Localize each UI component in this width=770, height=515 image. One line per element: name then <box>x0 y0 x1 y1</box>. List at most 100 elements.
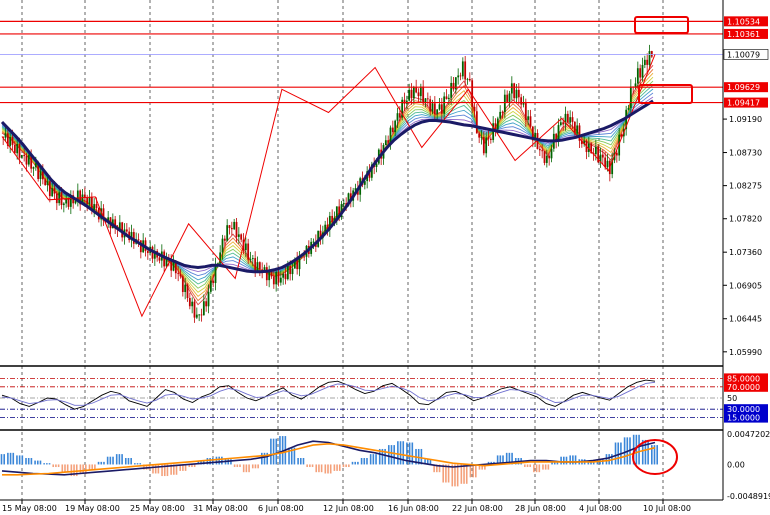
macd-bar <box>97 461 100 465</box>
candle-body <box>27 155 30 165</box>
candle-body <box>419 86 422 97</box>
macd-bar <box>109 456 112 465</box>
candle-body <box>562 122 565 125</box>
x-tick-label: 12 Jun 08:00 <box>323 504 374 513</box>
candle-body <box>221 238 224 253</box>
candle-body <box>468 78 471 81</box>
candle-body <box>226 225 229 241</box>
rsi-line <box>1 381 656 406</box>
candle-body <box>67 199 70 207</box>
candle-body <box>634 83 637 88</box>
macd-bar <box>475 464 477 478</box>
y-tick-label: 1.07820 <box>729 215 762 224</box>
y-tick-label: 1.09190 <box>729 115 762 124</box>
macd-bar <box>623 437 626 465</box>
price-axis: 1.09190 1.08730 1.08275 1.07820 1.07360 1.069… <box>723 115 762 357</box>
macd-bar <box>547 464 550 470</box>
macd-bar <box>297 457 299 465</box>
x-tick-label: 28 Jun 08:00 <box>515 504 566 513</box>
macd-bar <box>614 442 617 465</box>
candle-body <box>18 144 21 158</box>
candle-body <box>445 96 448 99</box>
macd-bar <box>236 464 239 468</box>
candle-body <box>501 111 504 113</box>
macd-bar <box>88 464 91 470</box>
macd-bar <box>21 455 24 465</box>
candle-body <box>55 193 58 204</box>
candle-body <box>436 109 439 115</box>
price-panel[interactable]: 1.10534 1.10361 1.09629 1.09417 1.10079 1.09… <box>0 0 769 500</box>
macd-bar <box>460 464 463 484</box>
rsi-panel[interactable]: 85.000070.00005030.000015.0000 <box>0 373 768 423</box>
candle-body <box>223 238 226 241</box>
macd-bar <box>12 452 15 465</box>
candle-body <box>93 204 96 210</box>
candle-body <box>475 111 478 134</box>
macd-bar <box>211 457 214 465</box>
macd-bar <box>43 463 45 465</box>
candle-body <box>158 257 161 261</box>
candle-body <box>440 104 443 114</box>
macd-bar <box>242 464 245 473</box>
macd-bar <box>336 464 338 471</box>
candle-body <box>615 152 618 156</box>
y-tick-label: 1.07360 <box>729 248 762 257</box>
macd-bar <box>136 463 139 465</box>
candle-body <box>389 127 392 143</box>
candle-body <box>412 87 415 99</box>
candle-body <box>543 151 546 163</box>
macd-bar <box>230 459 232 465</box>
macd-bar <box>608 454 610 465</box>
candle-body <box>566 113 569 123</box>
macd-bar <box>239 464 241 468</box>
candle-body <box>191 301 194 307</box>
candle-body <box>601 154 604 158</box>
candle-body <box>396 113 399 121</box>
macd-bar <box>221 456 223 465</box>
y-tick-label: 1.06905 <box>729 281 762 290</box>
candle-body <box>62 203 65 206</box>
candle-body <box>447 97 450 99</box>
candle-body <box>387 140 390 143</box>
level-label: 1.09629 <box>727 83 760 92</box>
candle-body <box>394 120 397 133</box>
macd-bar <box>569 455 571 465</box>
candle-body <box>384 140 387 146</box>
candle-body <box>550 148 553 159</box>
macd-bar <box>48 463 51 465</box>
macd-bar <box>115 454 118 465</box>
candle-body <box>275 271 278 285</box>
macd-bar <box>560 456 562 465</box>
candle-body <box>23 155 26 157</box>
macd-bar <box>272 438 275 465</box>
candle-body <box>233 221 236 230</box>
macd-bar <box>563 456 565 465</box>
macd-bar <box>16 455 18 465</box>
candle-body <box>198 314 201 316</box>
candle-body <box>513 83 516 99</box>
candle-body <box>545 155 548 163</box>
candle-body <box>279 277 282 283</box>
candle-body <box>32 167 35 169</box>
macd-bar <box>399 441 402 465</box>
candle-body <box>520 97 523 105</box>
macd-bar <box>121 454 123 465</box>
candle-body <box>44 179 47 186</box>
trading-chart[interactable]: 1.10534 1.10361 1.09629 1.09417 1.10079 1.09… <box>0 0 770 515</box>
candle-body <box>494 123 497 130</box>
candle-body <box>228 225 231 228</box>
candle-body <box>240 234 243 240</box>
x-tick-label: 6 Jun 08:00 <box>258 504 304 513</box>
macd-bar <box>454 464 456 487</box>
candle-body <box>53 188 56 194</box>
macd-bar <box>360 457 363 465</box>
candle-body <box>214 264 217 284</box>
candle-body <box>506 94 509 102</box>
candle-body <box>496 118 499 130</box>
macd-bar <box>157 464 160 474</box>
macd-bar <box>103 461 105 465</box>
candle-body <box>172 262 175 271</box>
level-label: 1.10361 <box>727 30 760 39</box>
candle-body <box>452 82 455 90</box>
candle-body <box>177 273 180 275</box>
